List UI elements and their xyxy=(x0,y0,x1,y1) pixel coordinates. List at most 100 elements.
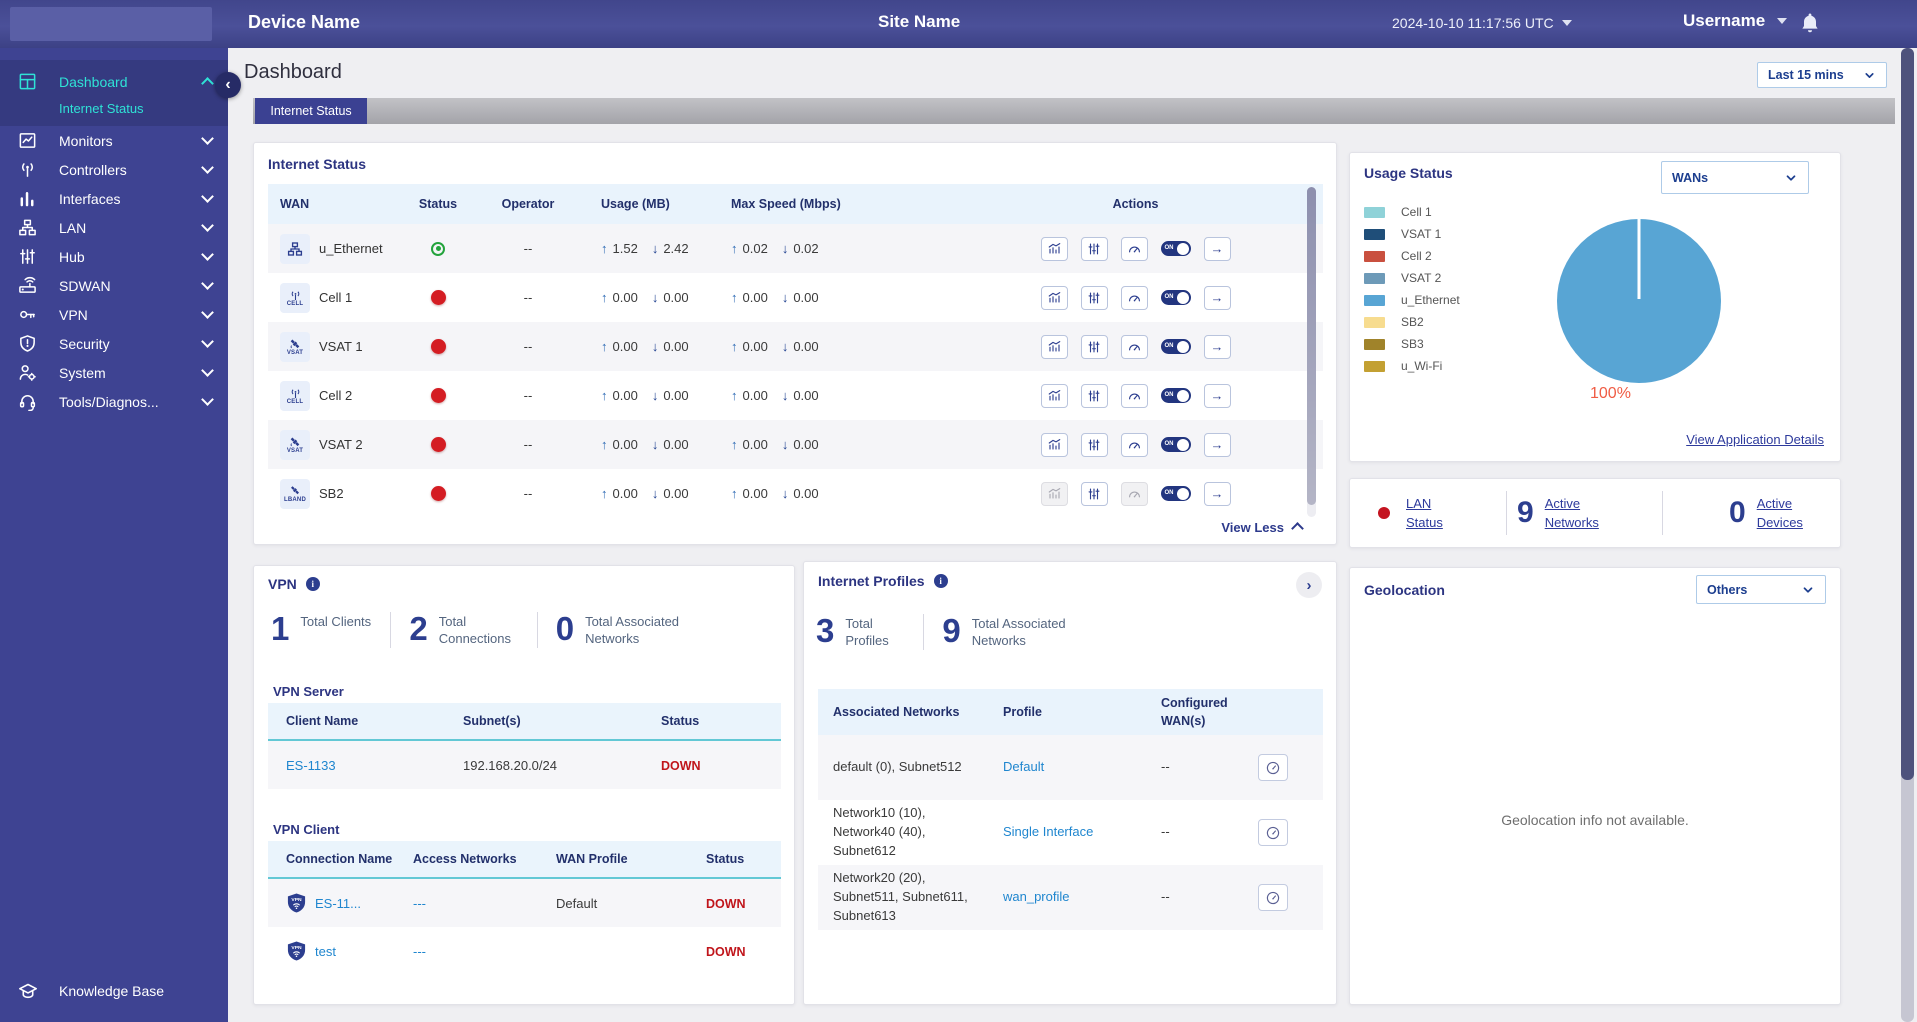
expand-panel-button[interactable]: › xyxy=(1296,572,1322,598)
wan-enable-toggle[interactable]: ON xyxy=(1160,388,1191,403)
usage-filter-select[interactable]: WANs xyxy=(1661,161,1809,194)
wan-enable-toggle[interactable]: ON xyxy=(1160,486,1191,501)
wan-name: VSAT 1 xyxy=(319,339,363,354)
active-devices-count: 0 xyxy=(1729,496,1746,529)
chart-action-button[interactable] xyxy=(1040,383,1068,408)
table-row: CELL Cell 2 -- ↑ 0.00 ↓ 0.00 ↑ 0.00 ↓ 0.00 xyxy=(268,371,1323,420)
sidebar-item-vpn[interactable]: VPN xyxy=(0,300,228,329)
time-range-select[interactable]: Last 15 mins xyxy=(1757,62,1887,88)
sliders-action-button[interactable] xyxy=(1080,481,1108,506)
details-arrow-button[interactable]: → xyxy=(1203,383,1231,408)
sidebar-item-tools-diagnostics[interactable]: Tools/Diagnos... xyxy=(0,387,228,416)
toggle-knob xyxy=(1177,291,1189,304)
sidebar-collapse-button[interactable]: ‹ xyxy=(215,72,241,98)
speedtest-action-button[interactable] xyxy=(1258,819,1288,846)
page-scrollbar[interactable] xyxy=(1901,48,1914,1022)
download-arrow-icon: ↓ xyxy=(651,486,659,501)
sidebar-item-sdwan[interactable]: SDWAN xyxy=(0,271,228,300)
usage-pie-chart[interactable] xyxy=(1557,219,1721,383)
scrollbar-thumb[interactable] xyxy=(1901,48,1914,780)
profile-link[interactable]: Default xyxy=(1003,759,1044,774)
dashboard-grid-icon xyxy=(18,72,37,91)
details-arrow-button[interactable]: → xyxy=(1203,285,1231,310)
caret-down-icon xyxy=(1777,18,1788,24)
sidebar-item-controllers[interactable]: Controllers xyxy=(0,155,228,184)
speed-upload-value: 0.00 xyxy=(742,437,768,452)
chart-action-button[interactable] xyxy=(1040,432,1068,457)
speedtest-action-button[interactable] xyxy=(1120,334,1148,359)
status-down-indicator xyxy=(430,388,446,403)
sidebar-item-system[interactable]: System xyxy=(0,358,228,387)
sidebar-item-interfaces[interactable]: Interfaces xyxy=(0,184,228,213)
speedtest-action-button[interactable] xyxy=(1120,285,1148,310)
chevron-down-icon xyxy=(1786,174,1796,181)
internet-status-table: WAN Status Operator Usage (MB) Max Speed… xyxy=(268,184,1323,518)
download-arrow-icon: ↓ xyxy=(781,241,789,256)
associated-networks-value: Network10 (10), Network40 (40), Subnet61… xyxy=(833,805,926,858)
sidebar-item-lan[interactable]: LAN xyxy=(0,213,228,242)
download-arrow-icon: ↓ xyxy=(651,290,659,305)
chevron-down-icon xyxy=(201,219,214,232)
timestamp-dropdown[interactable]: 2024-10-10 11:17:56 UTC xyxy=(1392,15,1572,31)
speedtest-action-button[interactable] xyxy=(1120,383,1148,408)
details-arrow-button[interactable]: → xyxy=(1203,236,1231,261)
info-icon[interactable]: i xyxy=(933,574,948,588)
sliders-action-button[interactable] xyxy=(1080,383,1108,408)
knowledge-base-link[interactable]: Knowledge Base xyxy=(0,974,228,1008)
chevron-down-icon xyxy=(201,161,214,174)
sidebar-item-dashboard[interactable]: Dashboard xyxy=(0,67,228,96)
details-arrow-button[interactable]: → xyxy=(1203,432,1231,457)
speedtest-action-button[interactable] xyxy=(1258,884,1288,911)
sliders-action-button[interactable] xyxy=(1080,334,1108,359)
details-arrow-button[interactable]: → xyxy=(1203,481,1231,506)
wan-enable-toggle[interactable]: ON xyxy=(1160,339,1191,354)
sidebar-item-security[interactable]: Security xyxy=(0,329,228,358)
svg-text:VPN: VPN xyxy=(291,945,302,951)
legend-swatch xyxy=(1364,338,1385,350)
chart-action-button[interactable] xyxy=(1040,334,1068,359)
column-header: Subnet(s) xyxy=(463,714,521,728)
sidebar-item-monitors[interactable]: Monitors xyxy=(0,126,228,155)
sliders-action-button[interactable] xyxy=(1080,285,1108,310)
sidebar-nav: Dashboard Internet Status Monitors Contr… xyxy=(0,48,228,1022)
operator-value: -- xyxy=(523,486,533,501)
active-networks-link[interactable]: Active Networks xyxy=(1545,494,1607,533)
geolocation-filter-select[interactable]: Others xyxy=(1696,575,1826,604)
vpn-client-link[interactable]: ES-1133 xyxy=(286,758,336,773)
sidebar-item-hub[interactable]: Hub xyxy=(0,242,228,271)
sliders-action-button[interactable] xyxy=(1080,236,1108,261)
wan-type-badge: VSAT xyxy=(286,447,304,454)
vpn-connection-link[interactable]: test xyxy=(315,944,336,959)
vpn-connection-link[interactable]: ES-11... xyxy=(315,896,361,911)
view-less-link[interactable]: View Less xyxy=(1221,520,1304,535)
wan-enable-toggle[interactable]: ON xyxy=(1160,437,1191,452)
view-application-details-link[interactable]: View Application Details xyxy=(1686,432,1824,447)
speedtest-action-button[interactable] xyxy=(1120,432,1148,457)
scrollbar-thumb[interactable] xyxy=(1307,187,1316,505)
wan-enable-toggle[interactable]: ON xyxy=(1160,241,1191,256)
sliders-action-button[interactable] xyxy=(1080,432,1108,457)
user-menu[interactable]: Username xyxy=(1683,11,1788,31)
column-header: Connection Name xyxy=(286,852,393,866)
table-scrollbar[interactable] xyxy=(1307,187,1316,517)
details-arrow-button[interactable]: → xyxy=(1203,334,1231,359)
table-row: VSAT VSAT 2 -- ↑ 0.00 ↓ 0.00 ↑ 0.00 ↓ 0.00 xyxy=(268,420,1323,469)
profile-link[interactable]: wan_profile xyxy=(1003,889,1070,904)
top-header-bar: Device Name Site Name 2024-10-10 11:17:5… xyxy=(0,0,1917,48)
info-icon[interactable]: i xyxy=(305,577,320,591)
legend-swatch xyxy=(1364,294,1385,306)
stat-label: Total Associated Networks xyxy=(971,616,1066,648)
sidebar-subitem-internet-status[interactable]: Internet Status xyxy=(0,96,228,120)
wan-enable-toggle[interactable]: ON xyxy=(1160,290,1191,305)
profile-link[interactable]: Single Interface xyxy=(1003,824,1093,839)
chart-action-button[interactable] xyxy=(1040,236,1068,261)
collapse-left-icon: ‹ xyxy=(225,76,231,93)
tab-internet-status[interactable]: Internet Status xyxy=(255,98,367,124)
chart-action-button[interactable] xyxy=(1040,285,1068,310)
active-devices-link[interactable]: Active Devices xyxy=(1757,494,1819,533)
speedtest-action-button[interactable] xyxy=(1120,236,1148,261)
lan-status-link[interactable]: LAN Status xyxy=(1406,494,1468,533)
speedtest-action-button[interactable] xyxy=(1258,754,1288,781)
notifications-bell-icon[interactable] xyxy=(1800,12,1820,34)
legend-label: u_Ethernet xyxy=(1401,293,1460,307)
